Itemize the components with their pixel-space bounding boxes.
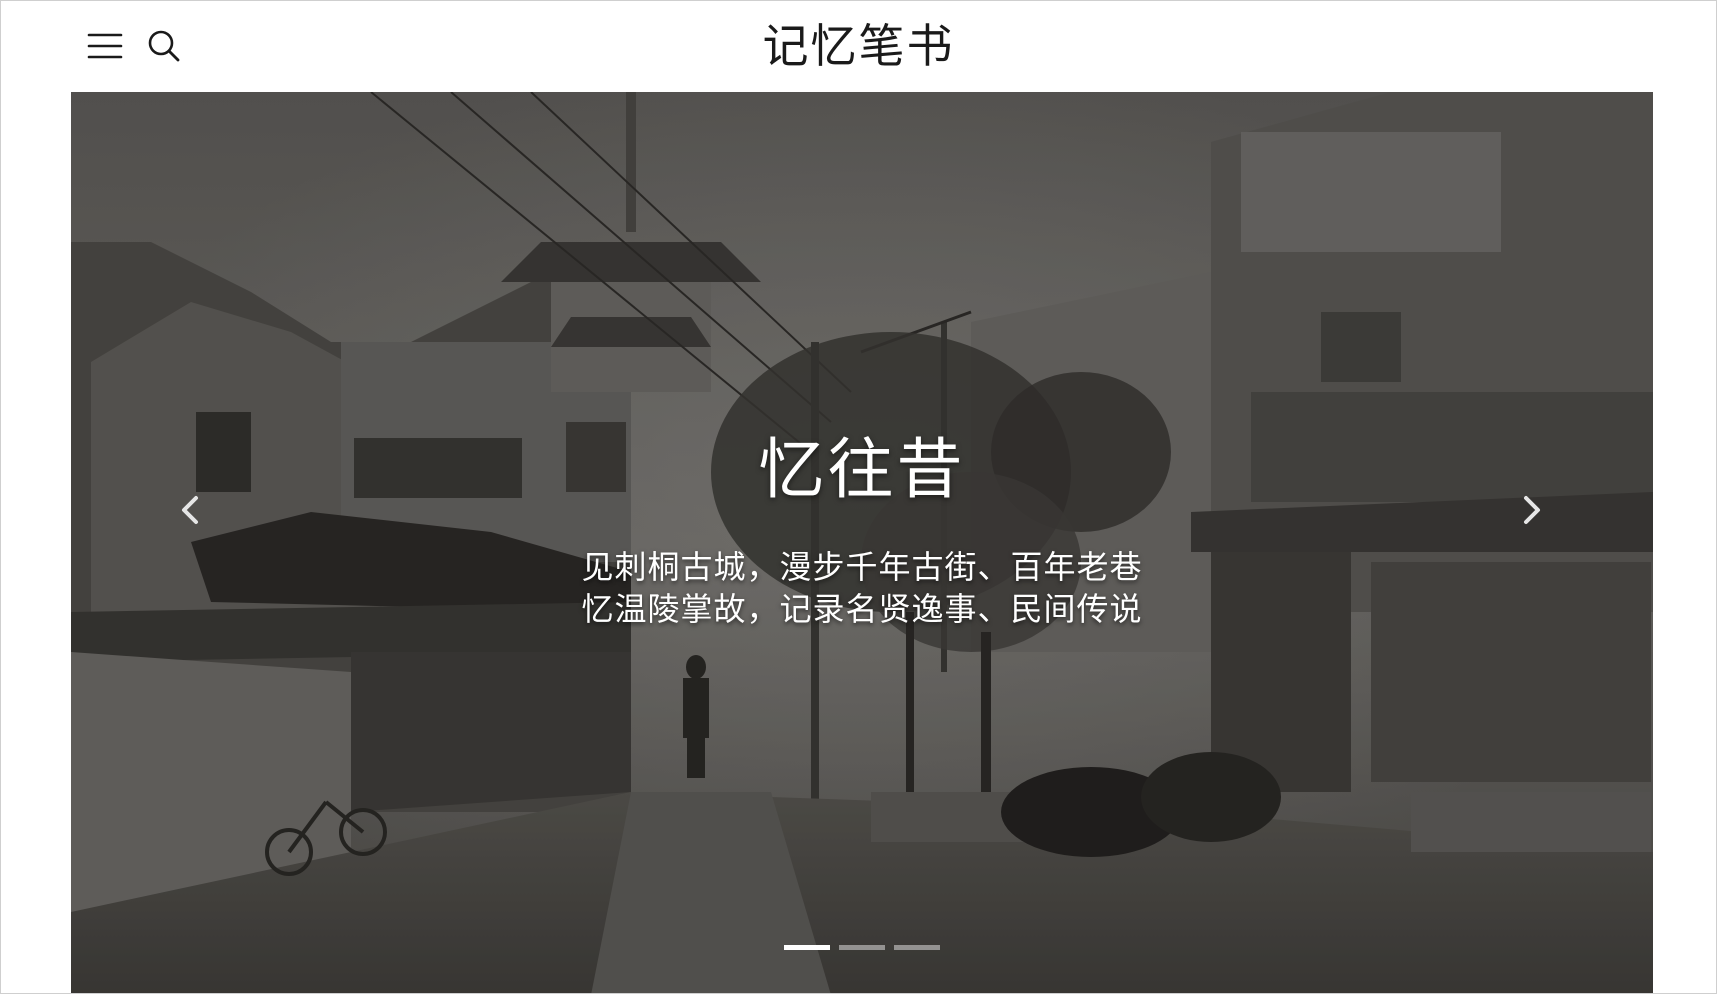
page: 记忆笔书 忆往昔 见刺桐古城，漫步千年古街、百年老巷 忆温陵掌故，记录名贤逸事、… xyxy=(0,0,1717,994)
hero-background-painting xyxy=(71,92,1653,993)
site-title[interactable]: 记忆笔书 xyxy=(1,15,1716,77)
hero-subtitle-line-2: 忆温陵掌故，记录名贤逸事、民间传说 xyxy=(581,590,1143,628)
hero-subtitle: 见刺桐古城，漫步千年古街、百年老巷 忆温陵掌故，记录名贤逸事、民间传说 xyxy=(71,546,1653,630)
hero-carousel: 忆往昔 见刺桐古城，漫步千年古街、百年老巷 忆温陵掌故，记录名贤逸事、民间传说 xyxy=(71,92,1653,993)
carousel-indicator-1[interactable] xyxy=(784,945,830,950)
carousel-indicators xyxy=(71,945,1653,950)
hero-subtitle-line-1: 见刺桐古城，漫步千年古街、百年老巷 xyxy=(581,548,1143,586)
hero-title: 忆往昔 xyxy=(758,431,966,508)
carousel-indicator-3[interactable] xyxy=(894,945,940,950)
chevron-right-icon[interactable] xyxy=(1513,480,1553,540)
chevron-left-icon[interactable] xyxy=(169,480,209,540)
carousel-indicator-2[interactable] xyxy=(839,945,885,950)
site-header: 记忆笔书 xyxy=(1,1,1716,92)
